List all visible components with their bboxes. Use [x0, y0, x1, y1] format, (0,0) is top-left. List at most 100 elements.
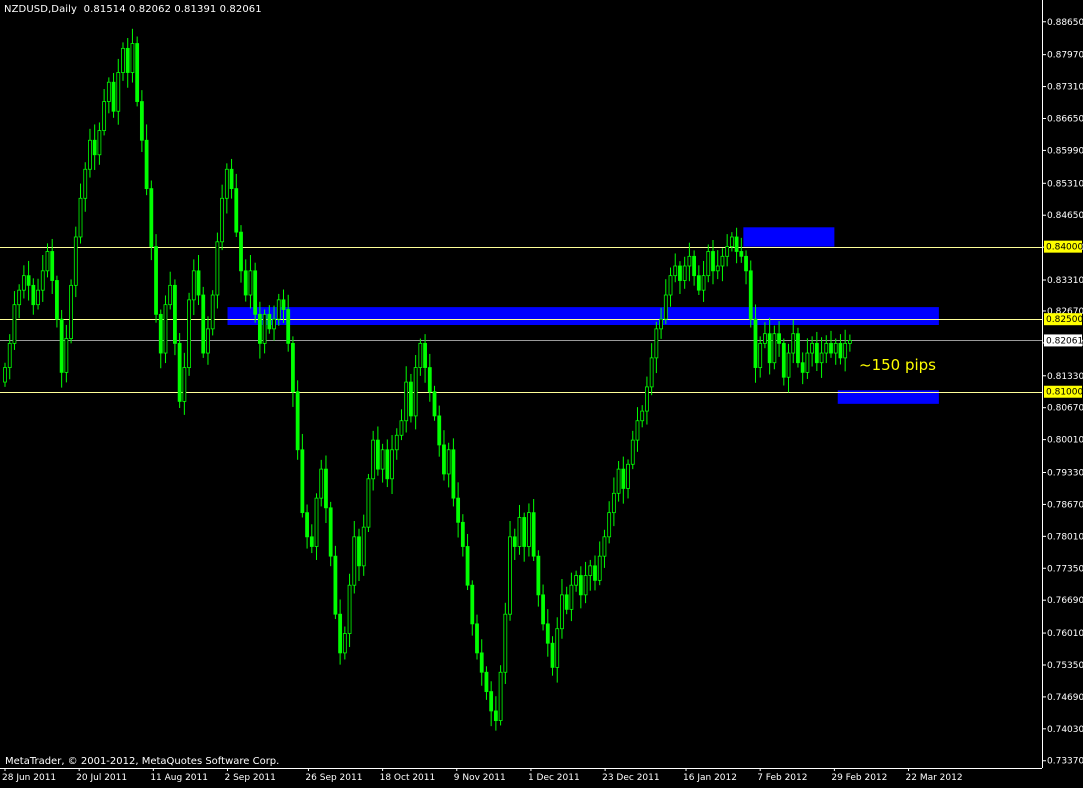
candle[interactable] — [843, 329, 848, 372]
candle[interactable] — [78, 183, 83, 244]
candle[interactable] — [305, 504, 309, 549]
candle[interactable] — [291, 336, 295, 407]
candle[interactable] — [352, 520, 357, 594]
candle[interactable] — [564, 586, 569, 615]
candle[interactable] — [796, 327, 800, 368]
candle[interactable] — [375, 426, 380, 476]
candle[interactable] — [409, 373, 413, 423]
candle[interactable] — [102, 89, 107, 136]
candle[interactable] — [508, 520, 512, 621]
candle[interactable] — [527, 503, 531, 557]
candle[interactable] — [626, 459, 630, 499]
candle[interactable] — [106, 77, 111, 114]
candle[interactable] — [763, 322, 767, 349]
candle[interactable] — [92, 124, 97, 170]
candle[interactable] — [541, 584, 545, 631]
price-chart[interactable]: 0.88650 0.87970 0.87310 0.86650 0.85990 0.853… — [0, 0, 1083, 788]
candle[interactable] — [144, 124, 149, 196]
candle[interactable] — [191, 259, 196, 316]
candle[interactable] — [829, 330, 833, 358]
candle[interactable] — [692, 250, 697, 286]
candle[interactable] — [418, 338, 423, 376]
candle[interactable] — [678, 261, 682, 294]
candle[interactable] — [59, 309, 64, 388]
candle[interactable] — [324, 455, 328, 524]
candle[interactable] — [17, 284, 22, 319]
candle[interactable] — [309, 524, 314, 554]
candle[interactable] — [607, 501, 612, 544]
candle[interactable] — [456, 482, 461, 538]
candle[interactable] — [654, 321, 659, 374]
candle[interactable] — [69, 279, 73, 344]
candle[interactable] — [460, 514, 465, 557]
candle[interactable] — [663, 279, 668, 325]
candle[interactable] — [758, 336, 763, 378]
candle[interactable] — [158, 309, 163, 369]
candle[interactable] — [640, 405, 645, 428]
candle[interactable] — [31, 278, 36, 315]
candle[interactable] — [21, 265, 26, 299]
candle[interactable] — [493, 696, 498, 731]
candle[interactable] — [36, 278, 40, 310]
candle[interactable] — [187, 292, 191, 376]
candle[interactable] — [781, 338, 786, 386]
candle[interactable] — [201, 286, 206, 358]
candle[interactable] — [578, 566, 583, 609]
candle[interactable] — [12, 291, 17, 350]
candle[interactable] — [616, 460, 621, 502]
candle[interactable] — [668, 267, 673, 307]
candle[interactable] — [536, 550, 541, 607]
candle[interactable] — [26, 260, 31, 301]
candle[interactable] — [583, 561, 588, 604]
candle[interactable] — [224, 163, 229, 214]
candle[interactable] — [97, 122, 102, 165]
candle[interactable] — [40, 255, 45, 302]
candle[interactable] — [243, 259, 248, 302]
candle[interactable] — [748, 260, 753, 328]
candle[interactable] — [621, 456, 626, 504]
candle[interactable] — [734, 227, 739, 264]
candle[interactable] — [847, 334, 852, 352]
candle[interactable] — [711, 240, 715, 285]
candle[interactable] — [706, 244, 711, 283]
candle[interactable] — [446, 442, 451, 488]
candle[interactable] — [196, 255, 201, 306]
candle[interactable] — [248, 255, 253, 309]
candle[interactable] — [470, 580, 475, 636]
candle[interactable] — [182, 352, 187, 415]
candle[interactable] — [83, 162, 88, 212]
candle[interactable] — [239, 225, 243, 283]
candle[interactable] — [814, 331, 819, 372]
candle[interactable] — [545, 609, 550, 657]
candle[interactable] — [253, 262, 258, 323]
candle[interactable] — [394, 428, 399, 460]
candle[interactable] — [744, 250, 748, 285]
candle[interactable] — [635, 407, 640, 452]
candle[interactable] — [791, 320, 796, 364]
candle[interactable] — [366, 473, 371, 532]
candle[interactable] — [399, 409, 404, 441]
candle[interactable] — [489, 681, 494, 727]
candle[interactable] — [361, 514, 366, 576]
candle[interactable] — [503, 602, 508, 684]
candle[interactable] — [725, 234, 730, 267]
candle[interactable] — [206, 316, 210, 365]
candle[interactable] — [673, 253, 678, 283]
candle[interactable] — [819, 337, 824, 378]
candle[interactable] — [168, 271, 173, 310]
candle[interactable] — [286, 294, 291, 352]
candle[interactable] — [88, 128, 92, 178]
candle[interactable] — [427, 353, 432, 402]
candle[interactable] — [531, 499, 536, 562]
candle[interactable] — [739, 237, 744, 263]
candle[interactable] — [385, 439, 390, 488]
candle[interactable] — [229, 158, 234, 199]
candle[interactable] — [149, 180, 154, 261]
candle[interactable] — [597, 541, 602, 586]
candle[interactable] — [800, 352, 805, 385]
candle[interactable] — [3, 362, 7, 387]
candle[interactable] — [390, 435, 394, 494]
candle[interactable] — [838, 334, 843, 365]
candle[interactable] — [649, 343, 654, 396]
candle[interactable] — [347, 573, 352, 648]
